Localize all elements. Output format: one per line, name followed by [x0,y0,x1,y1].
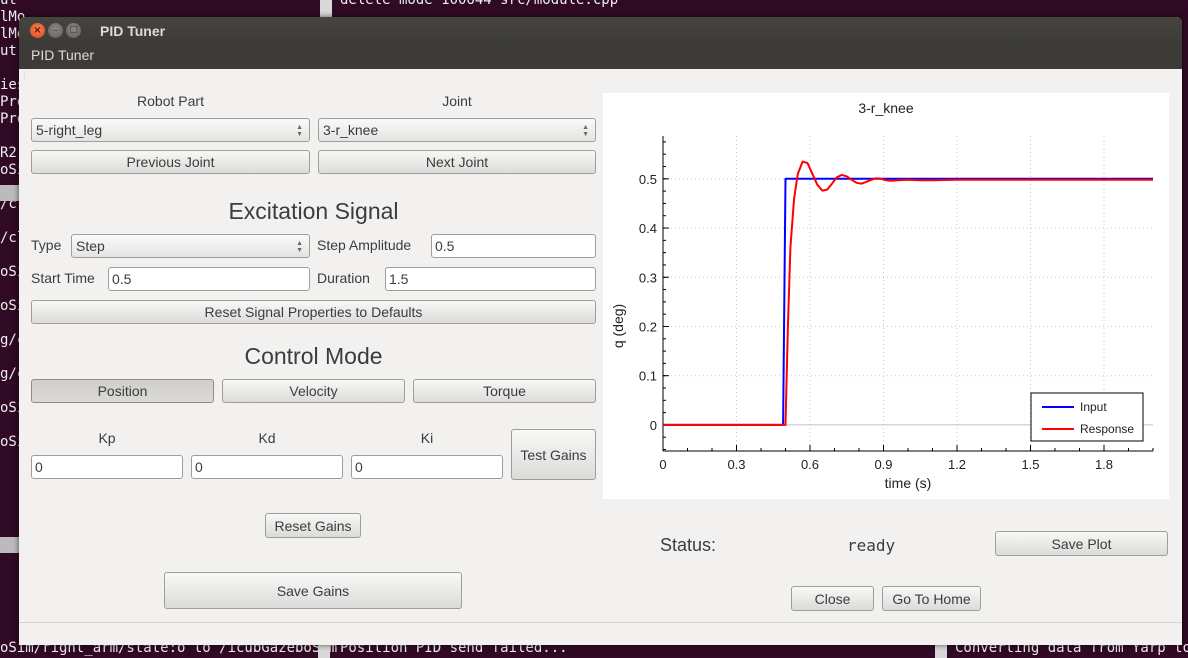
signal-type-select[interactable]: Step ▲ ▼ [71,234,310,258]
pid-tuner-window: × – □ PID Tuner PID Tuner · · · Robot Part… [19,17,1182,645]
y-tick-label: 0.2 [639,319,657,334]
background-terminal-top: delete mode 100644 src/module.cpp [340,0,619,8]
save-plot-button[interactable]: Save Plot [995,531,1168,556]
x-tick-label: 0 [659,457,666,472]
minimize-icon: – [53,24,58,36]
terminal-tab [0,537,19,553]
previous-joint-button[interactable]: Previous Joint [31,150,310,174]
ki-label: Ki [420,430,434,446]
x-tick-label: 1.8 [1095,457,1113,472]
x-tick-label: 0.9 [874,457,892,472]
window-maximize-button[interactable]: □ [66,23,81,38]
legend-label-input: Input [1080,400,1107,414]
response-chart: 3-r_knee 0 0.3 0.6 0.9 1.2 1.5 1.8 0 0.1 0.2 0.3 0.… [610,100,1154,491]
window-title: PID Tuner [100,22,166,39]
spin-arrows-icon: ▲ ▼ [296,240,303,254]
status-label: Status: [660,535,717,555]
x-tick-label: 0.6 [801,457,819,472]
joint-value: 3-r_knee [323,122,379,138]
joint-select[interactable]: 3-r_knee ▲ ▼ [318,118,596,142]
chart-title: 3-r_knee [858,100,913,116]
reset-signal-defaults-button[interactable]: Reset Signal Properties to Defaults [31,300,596,324]
torque-mode-button[interactable]: Torque [413,379,596,403]
status-value: ready [847,536,896,555]
step-amplitude-input[interactable] [431,234,596,258]
terminal-scrollbar [935,645,947,658]
menu-bar: PID Tuner [19,44,1182,69]
x-axis-label: time (s) [885,475,932,491]
position-mode-button[interactable]: Position [31,379,214,403]
signal-type-value: Step [76,238,105,254]
close-button[interactable]: Close [791,586,874,611]
kp-input[interactable] [31,455,183,479]
y-tick-label: 0.1 [639,369,657,384]
kd-label: Kd [258,430,276,446]
toolbar-grip-icon[interactable]: · · · [23,69,26,83]
start-time-label: Start Time [31,270,95,286]
y-tick-label: 0 [650,418,657,433]
series-line-input [663,177,1153,426]
type-label: Type [31,237,62,253]
close-icon: × [33,24,42,36]
robot-part-label: Robot Part [137,93,204,109]
terminal-scrollbar [318,645,330,658]
x-tick-label: 1.2 [948,457,966,472]
series-line-response [663,160,1153,426]
response-plot: 3-r_knee 0 0.3 0.6 0.9 1.2 1.5 1.8 0 0.1 0.2 0.3 0.… [603,93,1169,499]
title-bar[interactable]: × – □ PID Tuner [19,17,1182,44]
main-content: · · · Robot Part Joint 5-right_leg ▲ ▼ 3-r_… [19,69,1182,645]
save-gains-button[interactable]: Save Gains [164,572,462,609]
ki-input[interactable] [351,455,503,479]
reset-gains-button[interactable]: Reset Gains [265,513,361,538]
kd-input[interactable] [191,455,343,479]
joint-label: Joint [442,93,472,109]
window-minimize-button[interactable]: – [48,23,63,38]
excitation-signal-heading: Excitation Signal [228,198,399,224]
spin-arrows-icon: ▲ ▼ [296,124,303,138]
window-close-button[interactable]: × [30,23,45,38]
chart-legend: Input Response [1030,392,1144,442]
y-tick-label: 0.4 [639,221,657,236]
status-bar [19,622,1182,645]
maximize-icon: □ [69,25,78,35]
y-axis-label: q (deg) [610,304,626,348]
terminal-scrollbar [320,0,332,17]
duration-input[interactable] [385,267,596,291]
test-gains-button[interactable]: Test Gains [511,429,596,480]
y-tick-label: 0.3 [639,270,657,285]
spin-arrows-icon: ▲ ▼ [582,124,589,138]
robot-part-select[interactable]: 5-right_leg ▲ ▼ [31,118,310,142]
next-joint-button[interactable]: Next Joint [318,150,596,174]
duration-label: Duration [317,270,370,286]
step-amplitude-label: Step Amplitude [317,237,412,253]
go-to-home-button[interactable]: Go To Home [882,586,981,611]
y-tick-label: 0.5 [639,172,657,187]
terminal-tab [0,185,19,201]
robot-part-value: 5-right_leg [36,122,103,138]
velocity-mode-button[interactable]: Velocity [222,379,405,403]
legend-label-response: Response [1080,422,1134,436]
menu-title: PID Tuner [31,47,95,63]
start-time-input[interactable] [108,267,310,291]
control-mode-heading: Control Mode [244,343,383,369]
x-tick-label: 1.5 [1021,457,1039,472]
x-tick-label: 0.3 [727,457,745,472]
kp-label: Kp [98,430,116,446]
